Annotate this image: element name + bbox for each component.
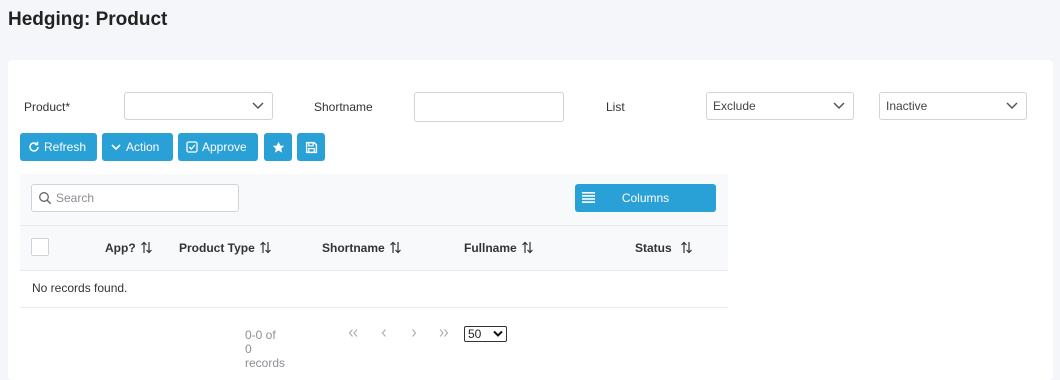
column-header-label: App? [105,241,136,255]
star-icon [272,141,284,153]
status-select-value: Inactive [886,99,928,113]
select-all-checkbox[interactable] [31,238,49,256]
chevron-down-icon [833,102,845,110]
main-card: Product* Shortname List Exclude Inactive… [8,60,1053,380]
column-header-label: Shortname [322,241,385,255]
refresh-icon [29,141,39,152]
column-header-fullname[interactable]: Fullname [464,241,534,255]
approve-button-label: Approve [202,140,247,154]
sort-icon [521,241,533,254]
table-toolbar: Search Columns [20,174,728,226]
rows-per-page-value: 50 [468,327,482,341]
column-header-label: Product Type [179,241,255,255]
columns-button-label: Columns [621,191,670,205]
shortname-input[interactable] [414,92,564,122]
table-header-row: App? Product Type Shortname Fullname Sta… [20,226,728,271]
columns-list-icon [582,192,595,203]
data-table: Search Columns App? Product Type Shortna… [20,174,728,310]
next-page-icon[interactable] [409,328,419,338]
column-header-shortname[interactable]: Shortname [322,241,402,255]
empty-message: No records found. [32,281,128,295]
sort-icon [259,241,271,254]
action-button[interactable]: Action [102,133,173,161]
prev-page-icon[interactable] [379,328,389,338]
favorite-button[interactable] [264,133,292,161]
product-label: Product* [24,100,71,114]
chevron-down-icon [252,102,264,110]
column-header-status[interactable]: Status [635,241,693,255]
sort-icon [389,241,401,254]
column-header-label: Fullname [464,241,517,255]
column-header-product-type[interactable]: Product Type [179,241,272,255]
page-title: Hedging: Product [8,9,168,30]
chevron-down-icon [493,330,503,337]
search-input[interactable]: Search [31,184,239,212]
chevron-down-icon [111,144,121,151]
shortname-label: Shortname [314,100,373,114]
chevron-down-icon [1006,102,1018,110]
save-button[interactable] [297,133,325,161]
approve-button[interactable]: Approve [178,133,258,161]
save-icon [305,141,317,154]
rows-per-page-select[interactable]: 50 [464,326,507,342]
product-select[interactable] [124,92,273,120]
check-square-icon [186,141,198,153]
refresh-button[interactable]: Refresh [20,133,97,161]
columns-button[interactable]: Columns [575,184,716,212]
column-header-app[interactable]: App? [105,241,153,255]
action-button-label: Action [126,140,160,154]
empty-message-row: No records found. [20,271,728,308]
sort-icon [140,241,152,254]
list-select[interactable]: Exclude [706,92,854,120]
sort-icon [680,241,692,254]
list-label: List [606,100,625,114]
search-icon [39,192,52,205]
status-select[interactable]: Inactive [879,92,1027,120]
last-page-icon[interactable] [438,328,450,338]
list-select-value: Exclude [713,99,756,113]
refresh-button-label: Refresh [44,140,87,154]
column-header-label: Status [635,241,672,255]
first-page-icon[interactable] [347,328,359,338]
search-placeholder: Search [56,191,95,205]
pagination-summary: 0-0 of 0 records [245,328,286,370]
